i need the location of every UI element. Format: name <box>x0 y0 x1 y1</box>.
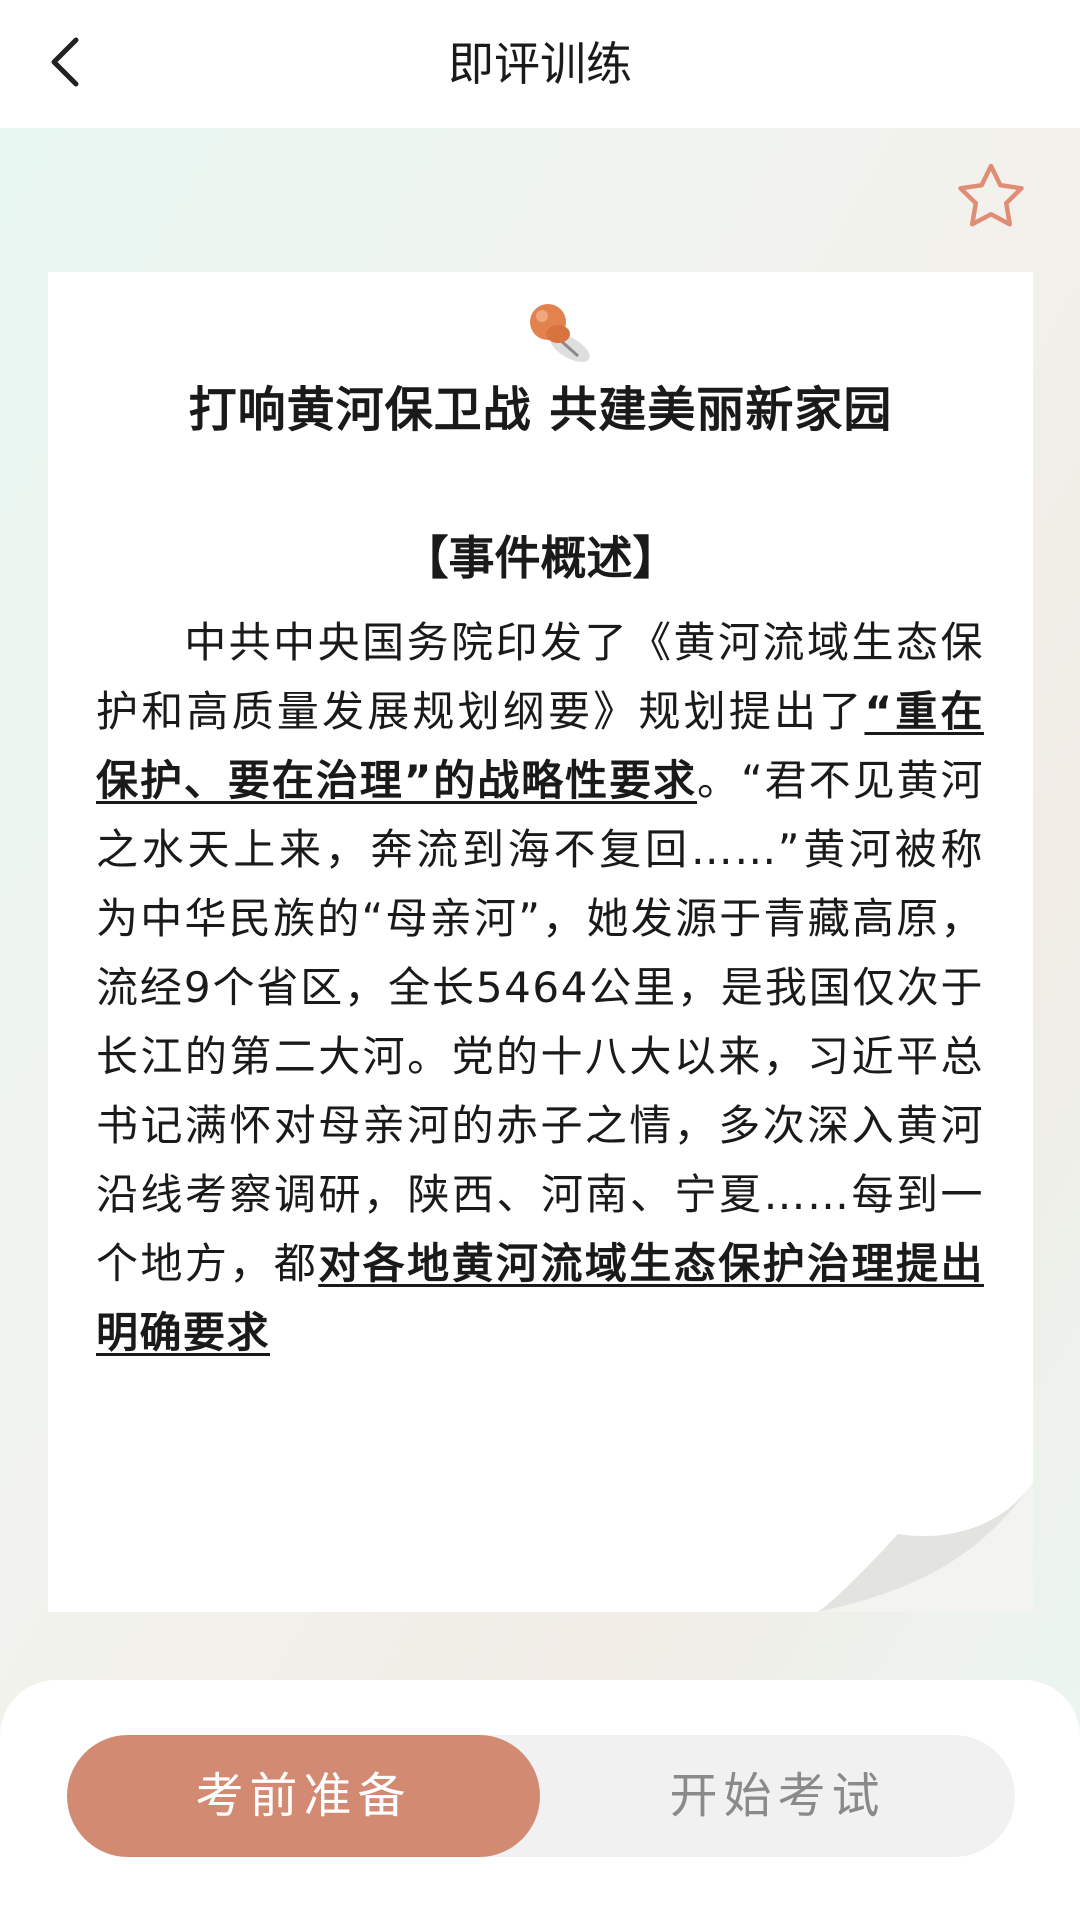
favorite-button[interactable] <box>953 160 1029 236</box>
page-title: 即评训练 <box>448 37 632 91</box>
top-bar: 即评训练 <box>0 0 1080 128</box>
article-body: 中共中央国务院印发了《黄河流域生态保护和高质量发展规划纲要》规划提出了“重在保护… <box>96 608 984 1367</box>
article-title: 打响黄河保卫战 共建美丽新家园 <box>188 382 893 438</box>
tab-start-exam[interactable]: 开始考试 <box>540 1735 1015 1857</box>
star-outline-icon <box>958 163 1024 227</box>
section-heading: 【事件概述】 <box>402 531 679 585</box>
body-text-segment: 。“君不见黄河之水天上来，奔流到海不复回……”黄河被称为中华民族的“母亲河”，她… <box>96 756 984 1288</box>
pushpin-icon <box>518 300 608 380</box>
tab-prepare[interactable]: 考前准备 <box>67 1735 540 1857</box>
body-text-segment: 中共中央国务院印发了《黄河流域生态保护和高质量发展规划纲要》规划提出了 <box>96 618 984 736</box>
